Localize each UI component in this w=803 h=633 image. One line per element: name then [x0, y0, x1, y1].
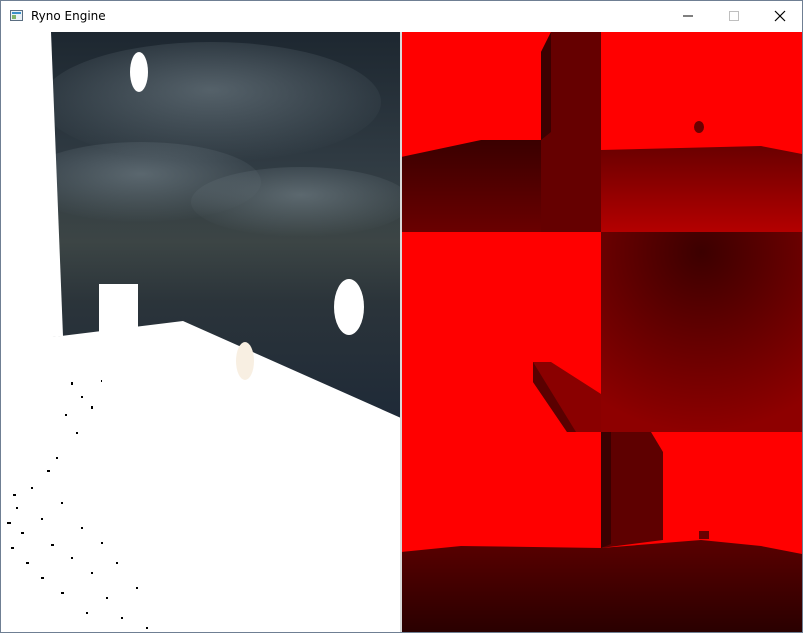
cubemap-face-neg-x	[601, 32, 802, 232]
light-sphere	[236, 342, 254, 380]
scene-render-view	[1, 32, 401, 632]
cubemap-face-pos-z	[401, 432, 802, 632]
title-bar[interactable]: Ryno Engine	[1, 1, 802, 31]
cubemap-face-pos-y	[401, 232, 601, 432]
cloud-layer	[41, 42, 381, 162]
minimize-icon	[683, 15, 693, 17]
light-sphere	[130, 52, 148, 92]
window-title: Ryno Engine	[31, 9, 106, 23]
minimize-button[interactable]	[665, 1, 711, 31]
maximize-button[interactable]	[711, 1, 757, 31]
maximize-icon	[729, 11, 739, 21]
shadow-map-debug-view	[401, 32, 802, 632]
close-icon	[774, 10, 786, 22]
app-window: Ryno Engine	[0, 0, 803, 633]
cubemap-face-neg-y	[601, 232, 802, 432]
white-cube	[99, 284, 138, 332]
cubemap-face-pos-x	[401, 32, 601, 232]
cloud-layer	[191, 167, 401, 237]
split-divider	[400, 32, 402, 632]
close-button[interactable]	[757, 1, 802, 31]
app-window-icon	[10, 10, 23, 21]
render-viewport[interactable]	[1, 32, 802, 632]
light-sphere	[334, 279, 364, 335]
